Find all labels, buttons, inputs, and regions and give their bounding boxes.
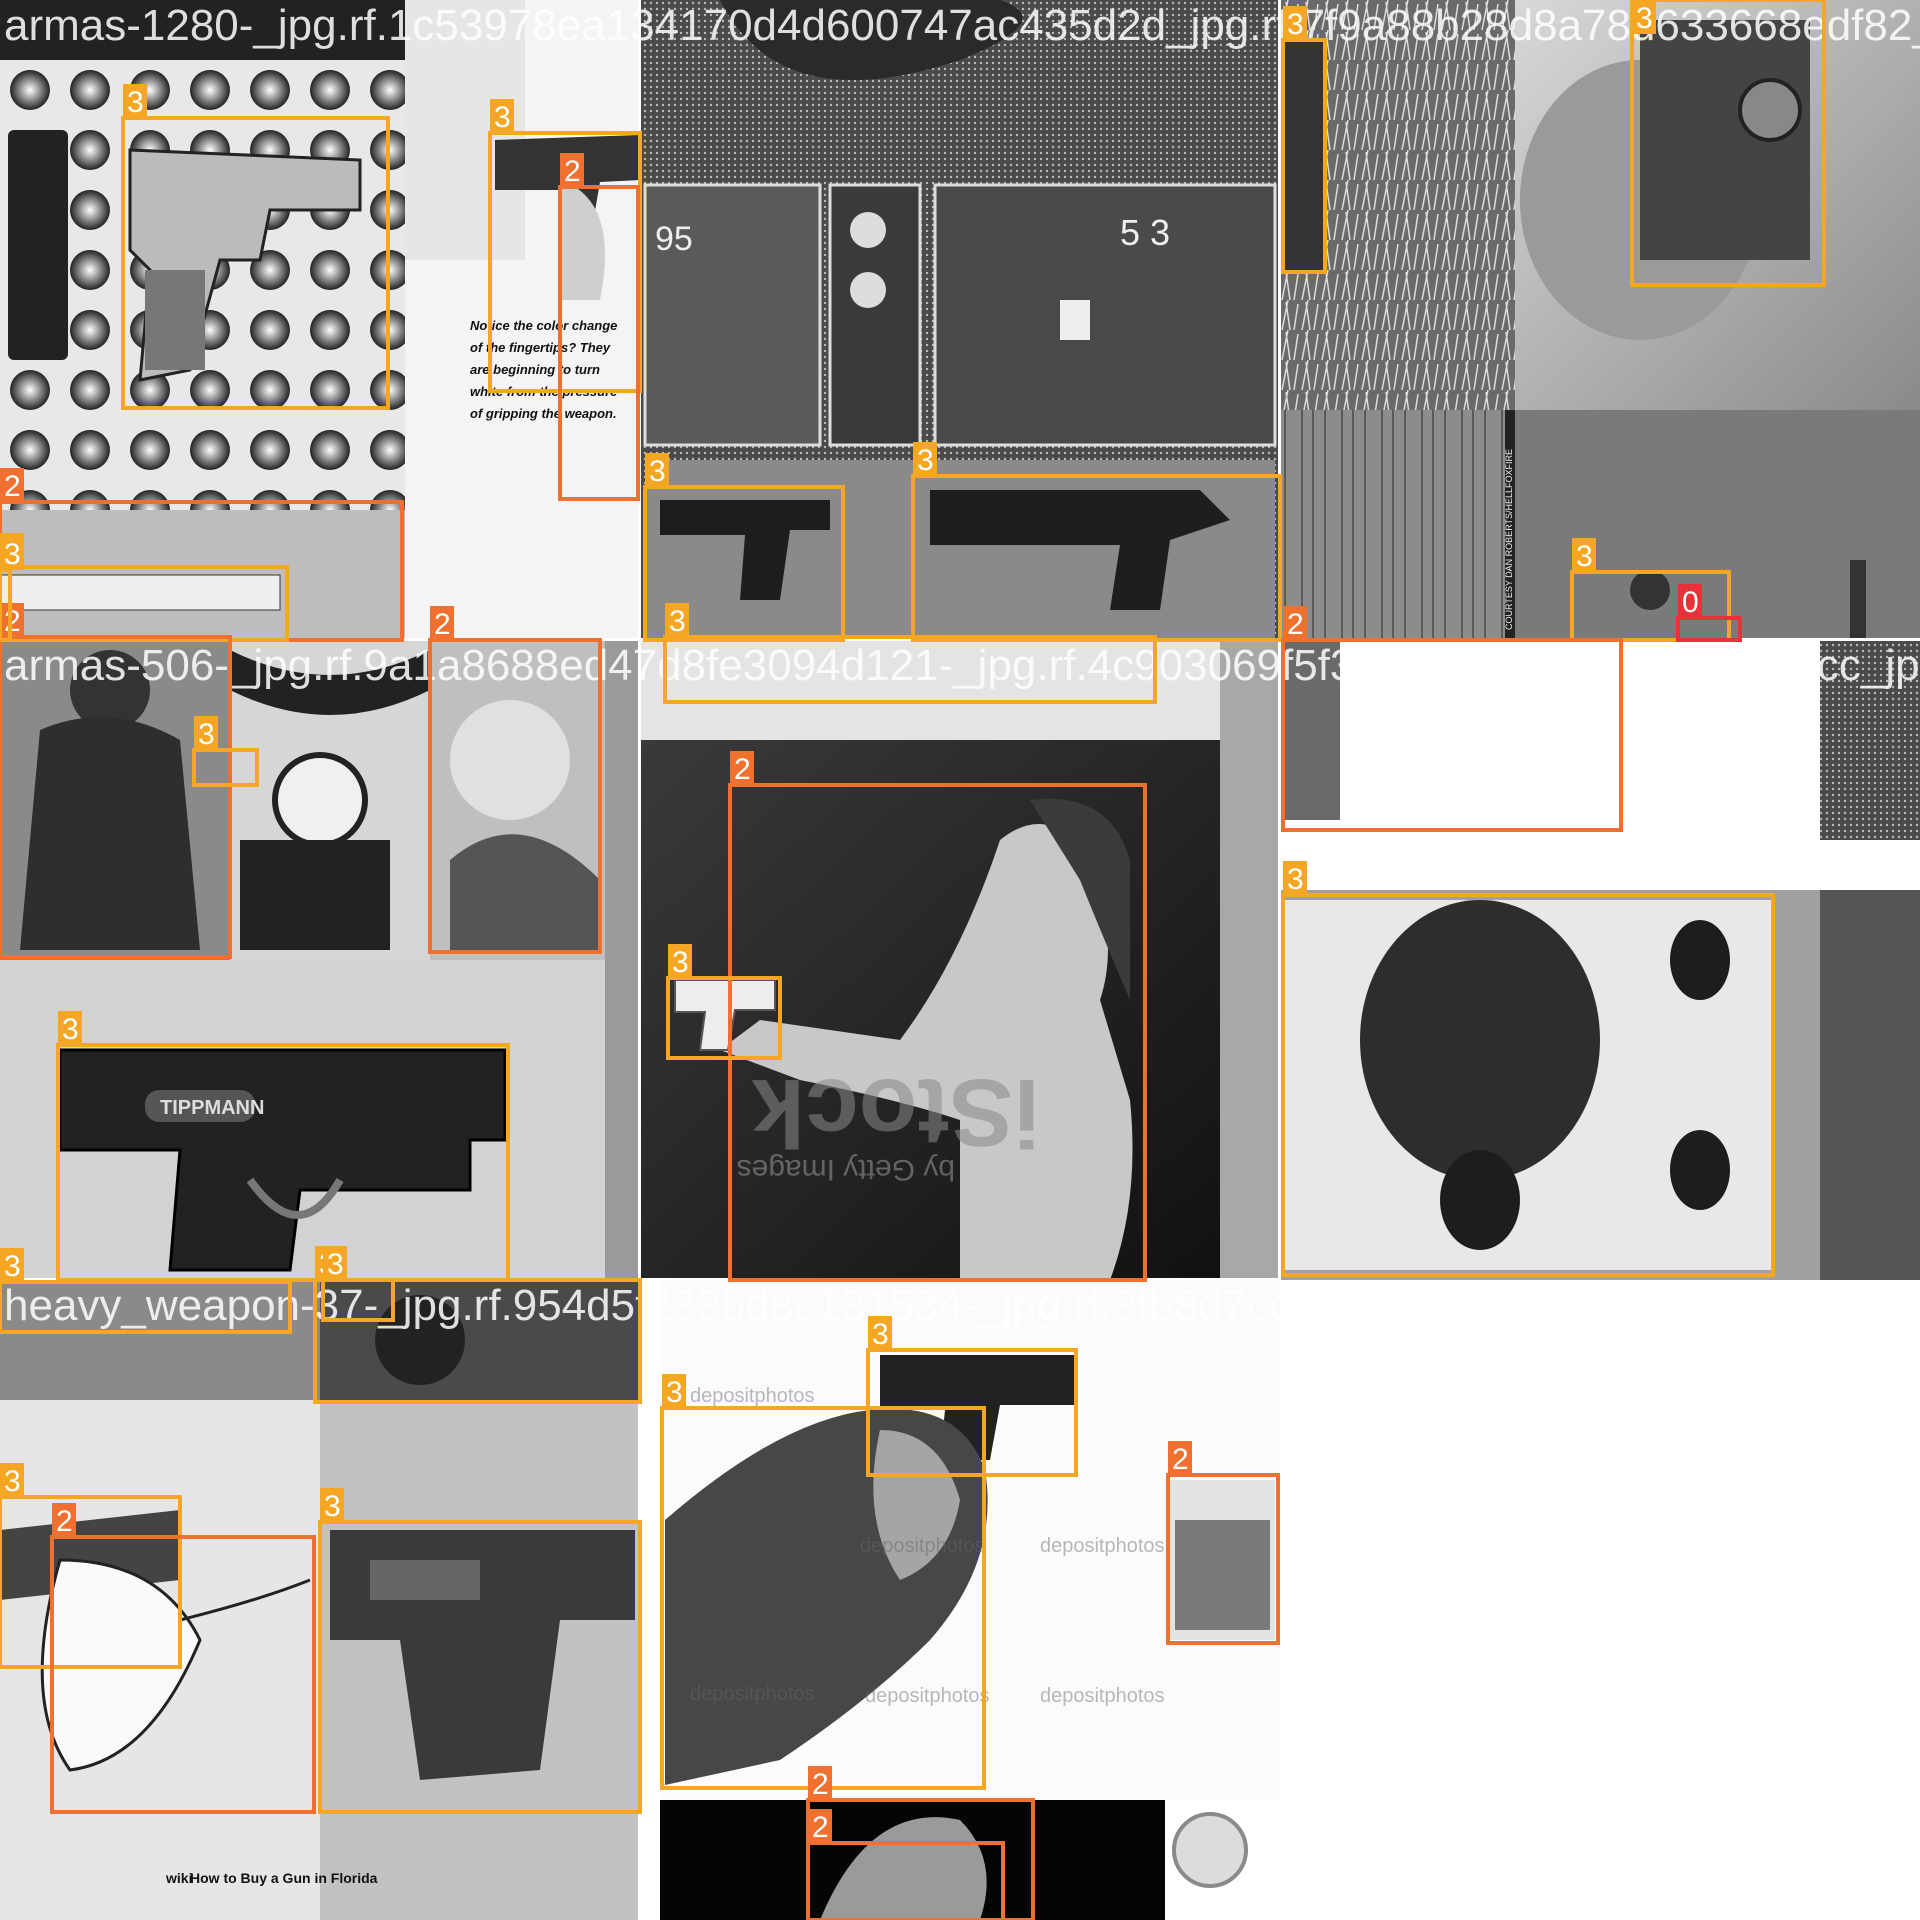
detection-class-label: 2 <box>812 1811 829 1844</box>
detection-class-label: 2 <box>4 605 21 638</box>
detection-class-label: 3 <box>1287 863 1304 896</box>
box-label-text: 95 <box>655 220 693 258</box>
detection-class-label: 2 <box>564 155 581 188</box>
tile-caption-row-3: heavy_weapon-37-_jpg.rf.954d5f233bd8c131… <box>4 1281 1628 1330</box>
detection-class-label: 2 <box>812 1768 829 1801</box>
detection-class-label: 3 <box>649 455 666 488</box>
detection-class-label: 3 <box>666 1376 683 1409</box>
detection-class-label: 3 <box>494 101 511 134</box>
istock-text: iStock <box>751 1059 1040 1166</box>
detection-class-label: 3 <box>4 1465 21 1498</box>
detection-class-label: 3 <box>1287 8 1304 41</box>
tile-armas-1280 <box>0 0 405 640</box>
depositphotos-wm-3: depositphotos <box>1040 1535 1165 1557</box>
depositphotos-wm-4: depositphotos <box>690 1683 815 1705</box>
detection-class-label: 3 <box>4 538 21 571</box>
wikihow-caption-text: How to Buy a Gun in Florida <box>190 1870 378 1886</box>
detection-class-label: 3 <box>62 1013 79 1046</box>
tile-depositphotos: depositphotos depositphotos depositphoto… <box>640 1280 1280 1920</box>
tile-toy-box: 95 5 3 <box>640 0 1280 640</box>
tile-grip-note: Notice the color change of the fingertips… <box>405 0 640 640</box>
detection-class-label: 3 <box>1636 2 1653 35</box>
tile-istock-woman: iStock by Getty Images <box>640 640 1220 1280</box>
detection-class-label: 2 <box>4 470 21 503</box>
depositphotos-wm-2: depositphotos <box>860 1535 985 1557</box>
depositphotos-wm-5: depositphotos <box>865 1685 990 1707</box>
depositphotos-wm-6: depositphotos <box>1040 1685 1165 1707</box>
tippmann-text: TIPPMANN <box>160 1097 264 1119</box>
detection-class-label: 2 <box>1287 608 1304 641</box>
detection-class-label: 2 <box>734 753 751 786</box>
detection-class-label: 3 <box>917 444 934 477</box>
detection-class-label: 3 <box>4 1250 21 1283</box>
getty-text: by Getty Images <box>737 1153 955 1186</box>
detection-class-label: 3 <box>127 86 144 119</box>
detection-class-label: 0 <box>1682 586 1699 619</box>
courtesy-text: COURTESY DAN ROBERTS/HELLFOXFIRE <box>1504 449 1514 630</box>
detection-mosaic: Notice the color change of the fingertips… <box>0 0 1920 1920</box>
depositphotos-wm-1: depositphotos <box>690 1385 815 1407</box>
detection-class-label: 2 <box>56 1505 73 1538</box>
detection-class-label: 3 <box>872 1318 889 1351</box>
detection-class-label: 3 <box>669 605 686 638</box>
tile-revolver-cylinder <box>1220 640 1920 1280</box>
detection-class-label: 2 <box>1172 1443 1189 1476</box>
detection-class-label: 3 <box>327 1248 344 1281</box>
detection-class-label: 3 <box>1576 540 1593 573</box>
tile-caption-row-2: armas-506-_jpg.rf.9a1a8688ed47d8fe3094d1… <box>4 641 1920 690</box>
detection-class-label: 3 <box>324 1490 341 1523</box>
revolver-numbers-text: 5 3 <box>1120 212 1170 253</box>
detection-class-label: 3 <box>672 946 689 979</box>
detection-class-label: 3 <box>198 718 215 751</box>
detection-class-label: 2 <box>434 608 451 641</box>
wikihow-brand-text: wiki <box>165 1870 192 1886</box>
